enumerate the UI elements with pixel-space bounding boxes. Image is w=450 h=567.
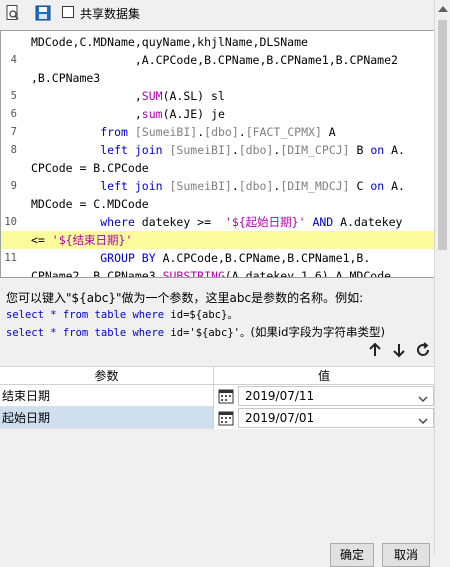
code-text: left join [SumeiBI].[dbo].[DIM_MDCJ] C o… <box>100 179 405 193</box>
scrollbar-thumb[interactable] <box>438 20 447 250</box>
column-header-value[interactable]: 值 <box>214 367 434 385</box>
code-line[interactable]: 10 where datekey >= '${起始日期}' AND A.date… <box>1 213 434 231</box>
code-line[interactable]: 5 ,SUM(A.SL) sl <box>1 87 434 105</box>
line-number: 5 <box>10 90 17 102</box>
code-text: GROUP BY A.CPCode,B.CPName,B.CPName1,B. <box>100 251 371 265</box>
help-line-3: select * from table where id='${abc}'。(如… <box>6 325 385 339</box>
scroll-up-icon[interactable] <box>438 6 448 12</box>
code-text: CPName2 ,B.CPName3,SUBSTRING(A.datekey,1… <box>31 269 398 278</box>
code-text: where datekey >= '${起始日期}' AND A.datekey <box>100 215 403 229</box>
code-line[interactable]: CPName2 ,B.CPName3,SUBSTRING(A.datekey,1… <box>1 267 434 278</box>
help-line-1: 您可以键入"${abc}"做为一个参数，这里abc是参数的名称。例如: <box>6 291 364 305</box>
code-text: MDCode = C.MDCode <box>31 197 149 211</box>
code-text: CPCode = B.CPCode <box>31 161 149 175</box>
code-text: ,A.CPCode,B.CPName,B.CPName1,B.CPName2 <box>31 53 398 67</box>
share-dataset-label: 共享数据集 <box>80 7 141 21</box>
param-name: 起始日期 <box>0 407 214 429</box>
code-line[interactable]: <= '${结束日期}' <box>1 231 434 249</box>
code-text: ,sum(A.JE) je <box>31 107 225 121</box>
parameter-table: 参数 值 结束日期 2019/07/11 起始日期 2019/07/01 <box>0 366 434 429</box>
code-text: from [SumeiBI].[dbo].[FACT_CPMX] A <box>100 125 336 139</box>
refresh-icon[interactable] <box>414 341 432 359</box>
cancel-button[interactable]: 取消 <box>382 543 430 567</box>
line-number: 4 <box>10 54 17 66</box>
code-line[interactable]: CPCode = B.CPCode <box>1 159 434 177</box>
line-number: 8 <box>10 144 17 156</box>
line-number: 10 <box>4 216 17 228</box>
calendar-icon[interactable] <box>218 410 234 426</box>
vertical-scrollbar[interactable] <box>434 0 450 555</box>
code-line[interactable]: 8 left join [SumeiBI].[dbo].[DIM_CPCJ] B… <box>1 141 434 159</box>
line-number: 6 <box>10 108 17 120</box>
code-text: <= '${结束日期}' <box>31 233 133 247</box>
code-text: left join [SumeiBI].[dbo].[DIM_CPCJ] B o… <box>100 143 405 157</box>
line-number: 9 <box>10 180 17 192</box>
column-header-name[interactable]: 参数 <box>0 367 214 385</box>
save-icon[interactable] <box>34 4 52 22</box>
code-line[interactable]: ,B.CPName3 <box>1 69 434 87</box>
toolbar: 共享数据集 <box>0 0 450 28</box>
param-name: 结束日期 <box>0 385 214 407</box>
calendar-icon[interactable] <box>218 388 234 404</box>
help-line-2: select * from table where id=${abc}。 <box>6 309 238 321</box>
sql-editor[interactable]: MDCode,C.MDName,quyName,khjlName,DLSName… <box>0 30 434 278</box>
parameter-table-header: 参数 值 <box>0 366 434 385</box>
move-down-icon[interactable] <box>390 341 408 359</box>
parameter-help-text: 您可以键入"${abc}"做为一个参数，这里abc是参数的名称。例如: sele… <box>6 290 434 342</box>
code-text: MDCode,C.MDName,quyName,khjlName,DLSName <box>31 35 308 49</box>
help-line-3-note: (如果id字段为字符串类型) <box>250 325 385 339</box>
table-row[interactable]: 起始日期 2019/07/01 <box>0 407 434 429</box>
table-row[interactable]: 结束日期 2019/07/11 <box>0 385 434 407</box>
code-line[interactable]: 4 ,A.CPCode,B.CPName,B.CPName1,B.CPName2 <box>1 51 434 69</box>
code-line[interactable]: 9 left join [SumeiBI].[dbo].[DIM_MDCJ] C… <box>1 177 434 195</box>
line-number: 11 <box>4 252 17 264</box>
code-line[interactable]: MDCode = C.MDCode <box>1 195 434 213</box>
code-line[interactable]: 6 ,sum(A.JE) je <box>1 105 434 123</box>
line-number: 7 <box>10 126 17 138</box>
param-value-field[interactable]: 2019/07/01 <box>238 408 434 428</box>
move-up-icon[interactable] <box>366 341 384 359</box>
code-text: ,SUM(A.SL) sl <box>31 89 225 103</box>
param-value-field[interactable]: 2019/07/11 <box>238 386 434 406</box>
code-text: ,B.CPName3 <box>31 71 101 85</box>
chevron-down-icon[interactable] <box>418 414 428 424</box>
code-line[interactable]: 7 from [SumeiBI].[dbo].[FACT_CPMX] A <box>1 123 434 141</box>
code-line[interactable]: MDCode,C.MDName,quyName,khjlName,DLSName <box>1 33 434 51</box>
code-line[interactable]: 11 GROUP BY A.CPCode,B.CPName,B.CPName1,… <box>1 249 434 267</box>
share-dataset-checkbox[interactable] <box>62 6 74 18</box>
preview-icon[interactable] <box>4 4 22 22</box>
chevron-down-icon[interactable] <box>418 392 428 402</box>
ok-button[interactable]: 确定 <box>330 543 374 567</box>
